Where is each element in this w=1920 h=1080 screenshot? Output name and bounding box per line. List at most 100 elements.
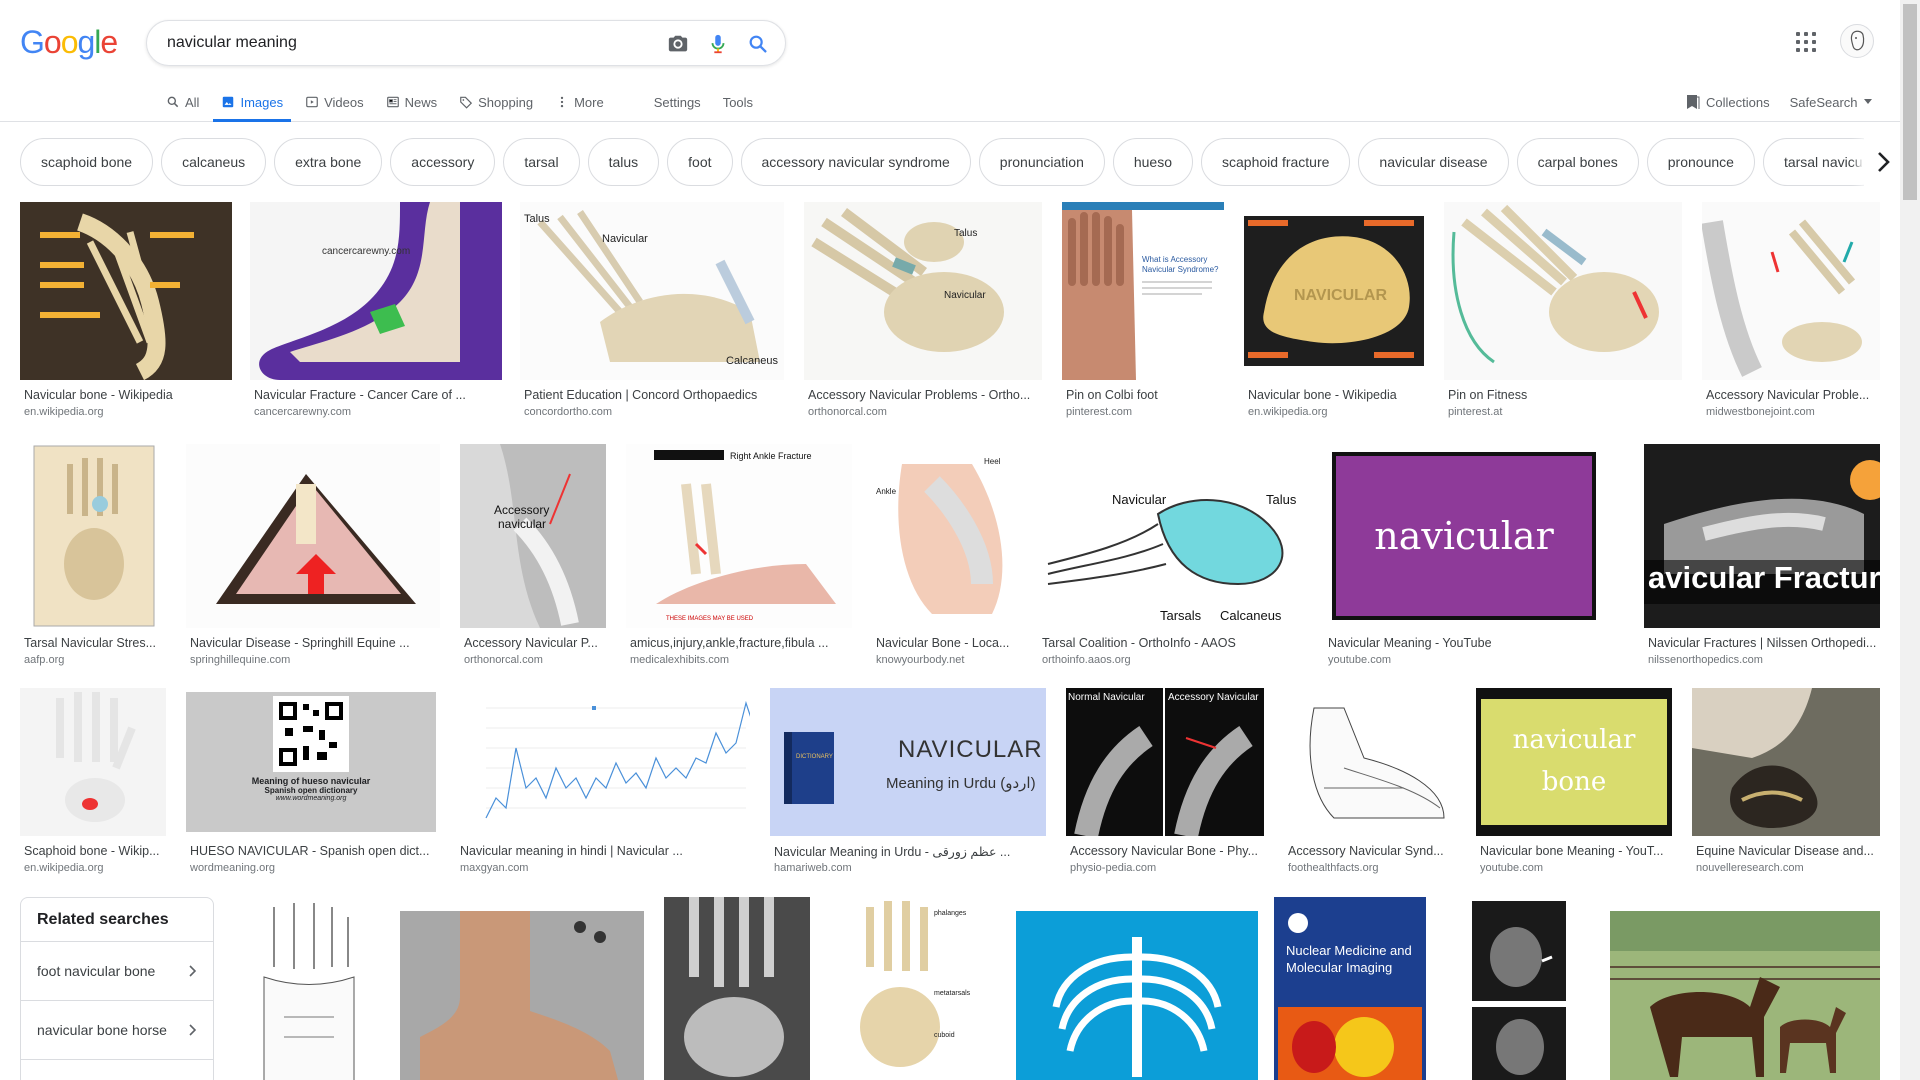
result-card[interactable]: [664, 897, 810, 1080]
search-icon[interactable]: [747, 33, 769, 55]
chip[interactable]: foot: [667, 138, 733, 186]
result-title[interactable]: Navicular Fractures | Nilssen Orthopedi.…: [1648, 636, 1880, 650]
chip[interactable]: talus: [587, 138, 660, 186]
apps-grid-icon[interactable]: [1796, 32, 1816, 52]
result-source[interactable]: en.wikipedia.org: [24, 862, 104, 874]
collections-button[interactable]: Collections: [1686, 88, 1770, 122]
scrollbar-thumb[interactable]: [1903, 4, 1917, 200]
result-source[interactable]: wordmeaning.org: [190, 862, 275, 874]
result-source[interactable]: nilssenorthopedics.com: [1648, 654, 1763, 666]
search-input[interactable]: [167, 31, 627, 55]
chip[interactable]: tarsal: [503, 138, 580, 186]
result-card[interactable]: Accessory Navicular Synd... foothealthfa…: [1284, 688, 1456, 888]
chip[interactable]: scaphoid bone: [20, 138, 154, 186]
search-box[interactable]: [146, 20, 786, 66]
result-card[interactable]: Navicular meaning in hindi | Navicular .…: [456, 688, 750, 888]
result-title[interactable]: Navicular Fracture - Cancer Care of ...: [254, 388, 502, 402]
result-source[interactable]: pinterest.com: [1066, 406, 1132, 418]
result-source[interactable]: hamariweb.com: [774, 862, 852, 874]
result-title[interactable]: Accessory Navicular Proble...: [1706, 388, 1880, 402]
result-card[interactable]: [1016, 897, 1258, 1080]
microphone-icon[interactable]: [707, 33, 729, 55]
result-card[interactable]: Nuclear Medicine and Molecular Imaging: [1274, 897, 1426, 1080]
result-card[interactable]: Tarsal Navicular Stres... aafp.org: [20, 444, 166, 666]
chip[interactable]: hueso: [1112, 138, 1194, 186]
result-source[interactable]: youtube.com: [1480, 862, 1543, 874]
result-card[interactable]: navicular bone Navicular bone Meaning - …: [1476, 688, 1672, 888]
chip[interactable]: carpal bones: [1516, 138, 1639, 186]
chip[interactable]: navicular disease: [1358, 138, 1509, 186]
page-scrollbar[interactable]: [1900, 0, 1920, 1080]
result-title[interactable]: Tarsal Coalition - OrthoInfo - AAOS: [1042, 636, 1304, 650]
tab-shopping[interactable]: Shopping: [459, 88, 533, 122]
result-card[interactable]: Meaning of hueso navicular Spanish open …: [186, 688, 436, 888]
result-source[interactable]: aafp.org: [24, 654, 64, 666]
result-title[interactable]: amicus,injury,ankle,fracture,fibula ...: [630, 636, 852, 650]
result-source[interactable]: pinterest.at: [1448, 406, 1502, 418]
chip[interactable]: accessory: [390, 138, 496, 186]
result-title[interactable]: Pin on Fitness: [1448, 388, 1682, 402]
tools-link[interactable]: Tools: [723, 88, 753, 122]
result-card[interactable]: Talus Navicular Calcaneus Patient Educatio…: [520, 202, 784, 422]
result-source[interactable]: nouvelleresearch.com: [1696, 862, 1804, 874]
chips-next-button[interactable]: [1864, 138, 1904, 186]
result-card[interactable]: Ankle Heel Navicular Bone - Loca... knowy…: [872, 444, 1018, 666]
result-title[interactable]: Tarsal Navicular Stres...: [24, 636, 166, 650]
result-card[interactable]: phalanges metatarsals cuboid: [830, 897, 970, 1080]
result-card[interactable]: cancercarewny.com Navicular Fracture - C…: [250, 202, 502, 422]
result-source[interactable]: orthonorcal.com: [808, 406, 887, 418]
result-title[interactable]: Navicular bone Meaning - YouT...: [1480, 844, 1672, 858]
result-card[interactable]: Right Ankle Fracture THESE IMAGES MAY BE …: [626, 444, 852, 666]
result-card[interactable]: Equine Navicular Disease and... nouvelle…: [1692, 688, 1880, 888]
result-card[interactable]: NAVICULAR Navicular bone - Wikipedia en.…: [1244, 202, 1424, 422]
result-title[interactable]: Accessory Navicular Synd...: [1288, 844, 1456, 858]
result-source[interactable]: midwestbonejoint.com: [1706, 406, 1815, 418]
chip[interactable]: calcaneus: [161, 138, 267, 186]
result-source[interactable]: cancercarewny.com: [254, 406, 351, 418]
result-card[interactable]: Pin on Fitness pinterest.at: [1444, 202, 1682, 422]
result-title[interactable]: Accessory Navicular Problems - Ortho...: [808, 388, 1042, 402]
result-title[interactable]: Navicular Bone - Loca...: [876, 636, 1018, 650]
result-source[interactable]: physio-pedia.com: [1070, 862, 1156, 874]
result-title[interactable]: Accessory Navicular P...: [464, 636, 606, 650]
result-card[interactable]: navicular Navicular Meaning - YouTube yo…: [1324, 444, 1604, 666]
tab-videos[interactable]: Videos: [305, 88, 364, 122]
result-title[interactable]: Navicular bone - Wikipedia: [24, 388, 232, 402]
chip[interactable]: pronunciation: [978, 138, 1105, 186]
chip[interactable]: accessory navicular syndrome: [740, 138, 971, 186]
result-card[interactable]: [400, 897, 644, 1080]
result-source[interactable]: springhillequine.com: [190, 654, 290, 666]
result-card[interactable]: Talus Navicular Accessory Navicular Probl…: [804, 202, 1042, 422]
result-title[interactable]: Pin on Colbi foot: [1066, 388, 1224, 402]
result-card[interactable]: What is Accessory Navicular Syndrome? Pin…: [1062, 202, 1224, 422]
result-title[interactable]: Navicular Meaning - YouTube: [1328, 636, 1604, 650]
result-card[interactable]: [234, 897, 380, 1080]
settings-link[interactable]: Settings: [654, 88, 701, 122]
result-title[interactable]: HUESO NAVICULAR - Spanish open dict...: [190, 844, 436, 858]
result-card[interactable]: Normal Navicular Accessory Navicular Acce…: [1066, 688, 1264, 888]
result-source[interactable]: maxgyan.com: [460, 862, 528, 874]
tab-all[interactable]: All: [166, 88, 199, 122]
result-source[interactable]: concordortho.com: [524, 406, 612, 418]
safesearch-button[interactable]: SafeSearch: [1790, 88, 1872, 122]
result-source[interactable]: orthonorcal.com: [464, 654, 543, 666]
tab-images[interactable]: Images: [213, 88, 291, 122]
tab-news[interactable]: News: [386, 88, 437, 122]
chip[interactable]: extra bone: [274, 138, 383, 186]
result-title[interactable]: Patient Education | Concord Orthopaedics: [524, 388, 784, 402]
result-title[interactable]: Equine Navicular Disease and...: [1696, 844, 1880, 858]
result-card[interactable]: [1610, 897, 1880, 1080]
result-card[interactable]: Scaphoid bone - Wikip... en.wikipedia.or…: [20, 688, 166, 888]
result-card[interactable]: Navicular Talus Tarsals Calcaneus Tarsal Co…: [1038, 444, 1304, 666]
result-title[interactable]: Accessory Navicular Bone - Phy...: [1070, 844, 1264, 858]
result-title[interactable]: Navicular bone - Wikipedia: [1248, 388, 1424, 402]
chip[interactable]: pronounce: [1646, 138, 1755, 186]
result-source[interactable]: foothealthfacts.org: [1288, 862, 1379, 874]
result-card[interactable]: [1446, 897, 1592, 1080]
result-card[interactable]: DICTIONARY NAVICULAR Meaning in Urdu (ار…: [770, 688, 1046, 888]
result-source[interactable]: knowyourbody.net: [876, 654, 964, 666]
result-card[interactable]: avicular Fractures Navicular Fractures |…: [1644, 444, 1880, 666]
avatar[interactable]: [1840, 24, 1874, 58]
result-title[interactable]: Navicular meaning in hindi | Navicular .…: [460, 844, 750, 858]
related-search-item[interactable]: navicular bone horse: [21, 1001, 213, 1060]
